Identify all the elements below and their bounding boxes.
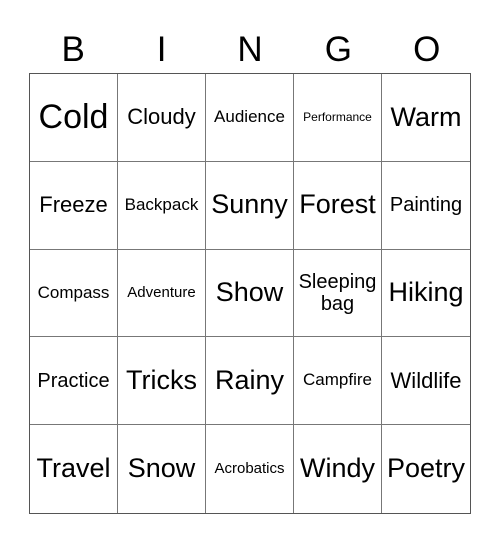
header-letter-b: B	[61, 30, 85, 69]
bingo-cell[interactable]: Backpack	[118, 161, 206, 250]
bingo-cell[interactable]: Show	[206, 249, 294, 338]
bingo-header: B I N G O	[29, 28, 471, 72]
header-letter-i: I	[156, 30, 167, 69]
bingo-cell[interactable]: Acrobatics	[206, 425, 294, 513]
bingo-cell[interactable]: Hiking	[382, 250, 470, 338]
bingo-cell[interactable]: Sleeping bag	[294, 249, 382, 338]
bingo-cell[interactable]: Adventure	[118, 249, 206, 338]
bingo-cell[interactable]: Rainy	[206, 337, 294, 426]
bingo-cell[interactable]: Cloudy	[118, 74, 206, 162]
bingo-cell[interactable]: Forest	[294, 161, 382, 250]
bingo-cell[interactable]: Wildlife	[382, 337, 470, 426]
header-letter-n: N	[237, 30, 263, 69]
bingo-cell[interactable]: Freeze	[30, 161, 118, 250]
bingo-cell[interactable]: Travel	[30, 425, 118, 513]
header-letter-g: G	[324, 30, 352, 69]
bingo-cell[interactable]: Tricks	[118, 337, 206, 426]
bingo-cell[interactable]: Windy	[294, 425, 382, 513]
bingo-cell[interactable]: Campfire	[294, 337, 382, 426]
bingo-cell[interactable]: Poetry	[382, 425, 470, 513]
bingo-cell[interactable]: Snow	[118, 425, 206, 513]
bingo-card-grid: Cold Cloudy Audience Performance Warm Freeze B…	[29, 73, 471, 514]
bingo-cell[interactable]: Practice	[30, 337, 118, 426]
bingo-cell[interactable]: Cold	[30, 74, 118, 162]
bingo-cell[interactable]: Painting	[382, 162, 470, 250]
bingo-cell[interactable]: Sunny	[206, 161, 294, 250]
bingo-cell[interactable]: Compass	[30, 249, 118, 338]
bingo-cell[interactable]: Performance	[294, 74, 382, 162]
bingo-cell[interactable]: Audience	[206, 74, 294, 162]
header-letter-o: O	[413, 30, 441, 69]
bingo-cell[interactable]: Warm	[382, 74, 470, 162]
